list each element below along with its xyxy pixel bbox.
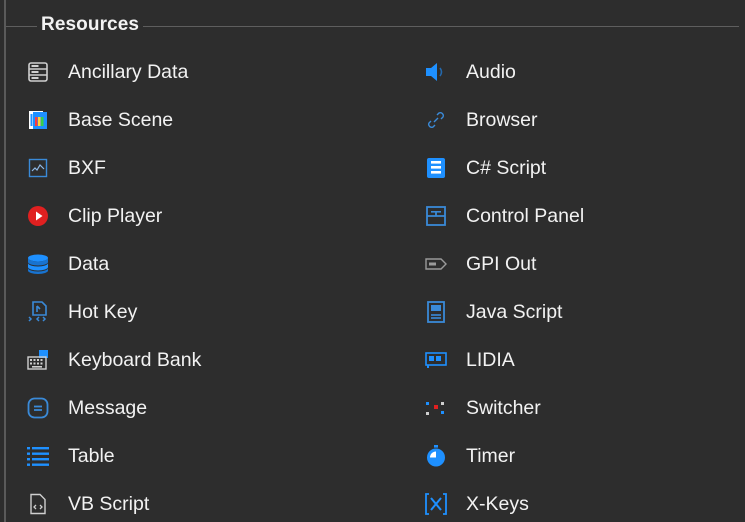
resource-item-label: Message [68, 396, 148, 419]
resource-item-label: Table [68, 444, 115, 467]
lidia-icon [424, 348, 448, 372]
resource-item-vb-script[interactable]: VB Script [26, 488, 149, 520]
hot-key-icon [26, 300, 50, 324]
resource-item-label: Data [68, 252, 110, 275]
resource-item-label: VB Script [68, 492, 150, 515]
x-keys-icon [424, 492, 448, 516]
control-panel-icon [424, 204, 448, 228]
bxf-icon [26, 156, 50, 180]
resource-item-data[interactable]: Data [26, 248, 109, 280]
resource-item-label: X-Keys [466, 492, 529, 515]
clip-player-icon [26, 204, 50, 228]
audio-icon [424, 60, 448, 84]
resource-item-switcher[interactable]: Switcher [424, 392, 541, 424]
resource-item-lidia[interactable]: LIDIA [424, 344, 515, 376]
timer-icon [424, 444, 448, 468]
resource-item-gpi-out[interactable]: GPI Out [424, 248, 536, 280]
keyboard-bank-icon [26, 348, 50, 372]
resource-item-label: C# Script [466, 156, 547, 179]
resource-item-bxf[interactable]: BXF [26, 152, 106, 184]
resource-item-label: Control Panel [466, 204, 585, 227]
resource-item-label: Switcher [466, 396, 541, 419]
resource-item-base-scene[interactable]: Base Scene [26, 104, 173, 136]
resource-item-x-keys[interactable]: X-Keys [424, 488, 529, 520]
resource-item-message[interactable]: Message [26, 392, 147, 424]
resource-item-csharp-script[interactable]: C# Script [424, 152, 546, 184]
java-script-icon [424, 300, 448, 324]
browser-icon [424, 108, 448, 132]
resource-item-label: BXF [68, 156, 106, 179]
resource-item-timer[interactable]: Timer [424, 440, 515, 472]
resource-item-java-script[interactable]: Java Script [424, 296, 562, 328]
resource-item-hot-key[interactable]: Hot Key [26, 296, 137, 328]
switcher-icon [424, 396, 448, 420]
message-icon [26, 396, 50, 420]
resource-item-browser[interactable]: Browser [424, 104, 538, 136]
resource-item-keyboard-bank[interactable]: Keyboard Bank [26, 344, 201, 376]
resource-item-table[interactable]: Table [26, 440, 115, 472]
resources-panel: Resources Ancillary Data Base Scene BXF … [0, 0, 745, 522]
resource-item-audio[interactable]: Audio [424, 56, 516, 88]
resource-item-label: Java Script [466, 300, 563, 323]
resource-item-label: Hot Key [68, 300, 138, 323]
resource-item-label: Base Scene [68, 108, 174, 131]
resource-item-label: Audio [466, 60, 516, 83]
resource-item-control-panel[interactable]: Control Panel [424, 200, 584, 232]
panel-left-border [4, 0, 6, 522]
vb-script-icon [26, 492, 50, 516]
resource-item-label: Browser [466, 108, 538, 131]
ancillary-data-icon [26, 60, 50, 84]
resource-item-label: Ancillary Data [68, 60, 189, 83]
gpi-out-icon [424, 252, 448, 276]
base-scene-icon [26, 108, 50, 132]
resource-item-ancillary-data[interactable]: Ancillary Data [26, 56, 188, 88]
data-icon [26, 252, 50, 276]
group-title: Resources [37, 13, 144, 37]
table-icon [26, 444, 50, 468]
resource-item-label: Timer [466, 444, 516, 467]
resource-item-label: Keyboard Bank [68, 348, 202, 371]
resource-item-label: GPI Out [466, 252, 537, 275]
resource-item-label: Clip Player [68, 204, 163, 227]
resource-item-clip-player[interactable]: Clip Player [26, 200, 162, 232]
resource-item-label: LIDIA [466, 348, 515, 371]
csharp-script-icon [424, 156, 448, 180]
